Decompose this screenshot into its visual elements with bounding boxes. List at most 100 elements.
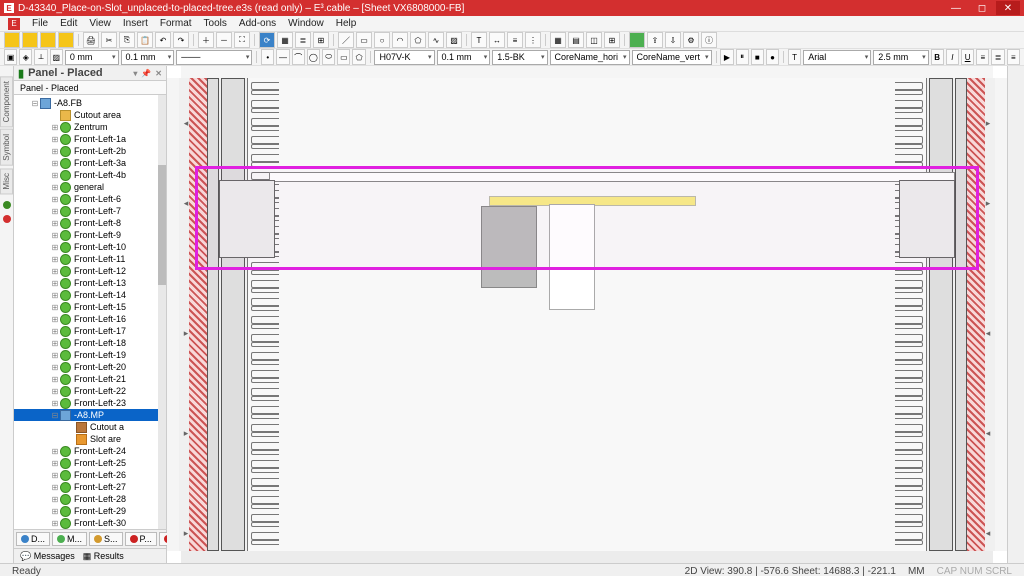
table-icon[interactable]: ▦: [550, 32, 566, 48]
tree-item[interactable]: ⊞Front-Left-10: [14, 241, 166, 253]
expand-icon[interactable]: ⊞: [50, 159, 60, 168]
line-icon[interactable]: ／: [338, 32, 354, 48]
tree-item[interactable]: ⊞Front-Left-20: [14, 361, 166, 373]
print-icon[interactable]: 🖨: [83, 32, 99, 48]
zoom-out-icon[interactable]: －: [216, 32, 232, 48]
spline-icon[interactable]: ∿: [428, 32, 444, 48]
tree-item[interactable]: ⊞Front-Left-11: [14, 253, 166, 265]
ellipse-icon[interactable]: ⬭: [322, 49, 335, 65]
paste-icon[interactable]: 📋: [137, 32, 153, 48]
tree-item[interactable]: ⊞Front-Left-8: [14, 217, 166, 229]
expand-icon[interactable]: ⊞: [50, 147, 60, 156]
expand-icon[interactable]: ⊞: [50, 315, 60, 324]
corename-v-dropdown[interactable]: CoreName_vert: [632, 50, 712, 65]
offset-icon[interactable]: ◈: [19, 49, 32, 65]
snap-icon[interactable]: ⊞: [313, 32, 329, 48]
underline-button[interactable]: U: [961, 49, 974, 65]
expand-icon[interactable]: ⊞: [50, 195, 60, 204]
expand-icon[interactable]: ⊞: [50, 483, 60, 492]
layers-icon[interactable]: ≣: [295, 32, 311, 48]
menu-insert[interactable]: Insert: [123, 18, 148, 29]
expand-icon[interactable]: ⊞: [50, 363, 60, 372]
bottom-tab[interactable]: D...: [16, 532, 50, 546]
menu-format[interactable]: Format: [160, 18, 192, 29]
tree-item[interactable]: ⊞Front-Left-1a: [14, 133, 166, 145]
horizontal-scrollbar[interactable]: [181, 551, 993, 563]
zoom-fit-icon[interactable]: ⛶: [234, 32, 250, 48]
text2-icon[interactable]: T: [788, 49, 801, 65]
panel-close-icon[interactable]: ✕: [155, 69, 162, 78]
expand-icon[interactable]: ⊞: [50, 231, 60, 240]
options-icon[interactable]: ▾: [133, 69, 137, 78]
nav-right-arrow-2[interactable]: ▸: [983, 198, 993, 208]
hatch2-icon[interactable]: ▨: [50, 49, 63, 65]
tree-item[interactable]: ⊞Front-Left-6: [14, 193, 166, 205]
circle2-icon[interactable]: ◯: [307, 49, 320, 65]
font-dropdown[interactable]: Arial: [803, 50, 871, 65]
nav-left-arrow-3[interactable]: ▸: [181, 328, 191, 338]
measure-icon[interactable]: ⟂: [34, 49, 47, 65]
side-tab-component[interactable]: Component: [0, 76, 13, 127]
expand-icon[interactable]: ⊞: [50, 243, 60, 252]
expand-icon[interactable]: ⊞: [50, 267, 60, 276]
expand-icon[interactable]: ⊟: [50, 411, 60, 420]
redo-icon[interactable]: ↷: [173, 32, 189, 48]
expand-icon[interactable]: ⊞: [50, 447, 60, 456]
tree-item[interactable]: ⊞Front-Left-18: [14, 337, 166, 349]
nav-left-arrow-1[interactable]: ◂: [181, 118, 191, 128]
expand-icon[interactable]: ⊞: [50, 219, 60, 228]
menu-edit[interactable]: Edit: [60, 18, 77, 29]
saveas-icon[interactable]: [58, 32, 74, 48]
wiretype-dropdown[interactable]: H07V-K: [374, 50, 434, 65]
undo-icon[interactable]: ↶: [155, 32, 171, 48]
tree-item[interactable]: ⊞Front-Left-12: [14, 265, 166, 277]
pin-icon[interactable]: 📌: [141, 69, 151, 78]
tile-icon[interactable]: ⊞: [604, 32, 620, 48]
italic-button[interactable]: I: [946, 49, 959, 65]
open-icon[interactable]: [22, 32, 38, 48]
zoom-in-icon[interactable]: ＋: [198, 32, 214, 48]
tree-item[interactable]: Slot are: [14, 433, 166, 445]
poly2-icon[interactable]: ⬠: [352, 49, 365, 65]
dimension-icon[interactable]: ↔: [489, 32, 505, 48]
bottom-tab[interactable]: P...: [125, 532, 157, 546]
expand-icon[interactable]: ⊞: [50, 171, 60, 180]
tree-item[interactable]: ⊞Front-Left-29: [14, 505, 166, 517]
menu-file[interactable]: File: [32, 18, 48, 29]
tree-item[interactable]: ⊞Front-Left-9: [14, 229, 166, 241]
record-icon[interactable]: ●: [766, 49, 779, 65]
sheet-icon[interactable]: ▤: [568, 32, 584, 48]
settings-icon[interactable]: ⚙: [683, 32, 699, 48]
cross-section-dropdown[interactable]: 1.5-BK: [492, 50, 547, 65]
tree-item[interactable]: ⊞Front-Left-23: [14, 397, 166, 409]
side-tab-misc[interactable]: Misc: [0, 168, 13, 194]
tree-item[interactable]: ⊞Front-Left-22: [14, 385, 166, 397]
minimize-button[interactable]: —: [944, 1, 968, 15]
tree-item[interactable]: ⊞Front-Left-19: [14, 349, 166, 361]
expand-icon[interactable]: ⊞: [50, 351, 60, 360]
grid-icon[interactable]: ▦: [277, 32, 293, 48]
expand-icon[interactable]: ⊞: [50, 507, 60, 516]
menu-addons[interactable]: Add-ons: [239, 18, 276, 29]
expand-icon[interactable]: ⊞: [50, 399, 60, 408]
info-icon[interactable]: ⓘ: [701, 32, 717, 48]
expand-icon[interactable]: ⊞: [50, 327, 60, 336]
tree-item[interactable]: ⊞Front-Left-13: [14, 277, 166, 289]
tree-item[interactable]: Cutout a: [14, 421, 166, 433]
menu-window[interactable]: Window: [288, 18, 324, 29]
expand-icon[interactable]: ⊞: [50, 519, 60, 528]
menu-tools[interactable]: Tools: [204, 18, 227, 29]
expand-icon[interactable]: ⊞: [50, 471, 60, 480]
refresh-icon[interactable]: ⟳: [259, 32, 275, 48]
nav-left-arrow-5[interactable]: ▸: [181, 528, 191, 538]
nav-left-arrow-2[interactable]: ◂: [181, 198, 191, 208]
tree-item[interactable]: ⊞Front-Left-2b: [14, 145, 166, 157]
nav-right-arrow-3[interactable]: ◂: [983, 328, 993, 338]
tree-item[interactable]: ⊞Front-Left-30: [14, 517, 166, 529]
tree-item[interactable]: ⊞Front-Left-17: [14, 325, 166, 337]
nav-right-arrow-1[interactable]: ▸: [983, 118, 993, 128]
tree-item[interactable]: ⊞Front-Left-26: [14, 469, 166, 481]
tree-item[interactable]: ⊞general: [14, 181, 166, 193]
save-icon[interactable]: [40, 32, 56, 48]
expand-icon[interactable]: ⊞: [50, 459, 60, 468]
